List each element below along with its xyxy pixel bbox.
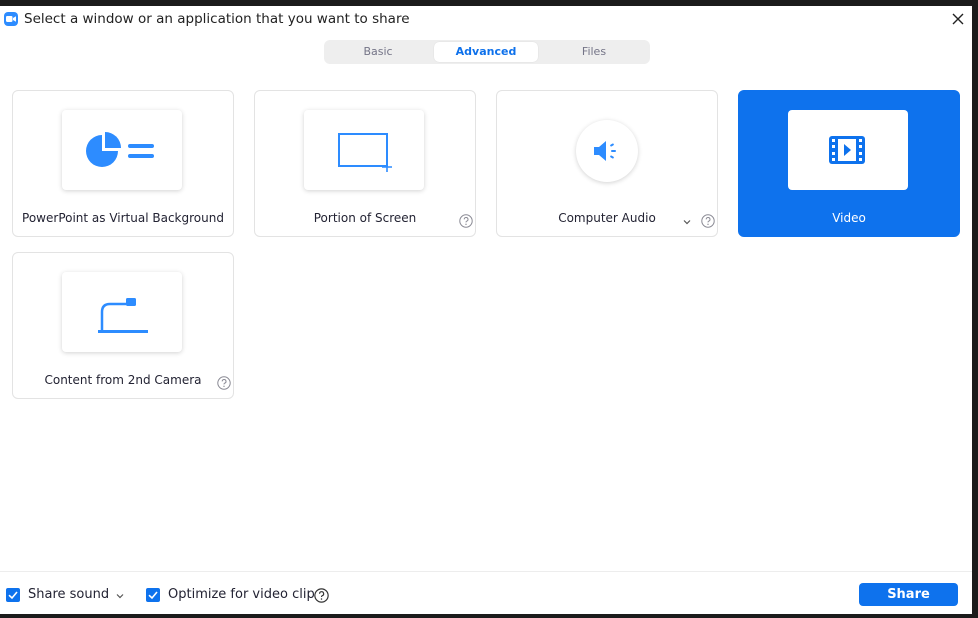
speaker-icon xyxy=(594,141,616,161)
close-icon xyxy=(952,13,964,25)
document-camera-icon xyxy=(98,298,148,333)
tab-basic[interactable]: Basic xyxy=(326,42,430,62)
help-icon[interactable] xyxy=(701,214,715,228)
title-bar: Select a window or an application that y… xyxy=(0,6,972,32)
tab-files[interactable]: Files xyxy=(542,42,646,62)
option-powerpoint-background[interactable]: PowerPoint as Virtual Background xyxy=(12,90,234,237)
option-label: Video xyxy=(832,211,866,225)
optimize-video-label[interactable]: Optimize for video clip xyxy=(168,587,315,602)
video-film-icon xyxy=(829,136,865,164)
option-label: PowerPoint as Virtual Background xyxy=(22,211,224,225)
option-label: Portion of Screen xyxy=(313,211,417,225)
option-thumbnail xyxy=(304,110,424,190)
option-portion-of-screen[interactable]: Portion of Screen xyxy=(254,90,476,237)
tab-advanced[interactable]: Advanced xyxy=(434,42,538,62)
share-screen-dialog: Select a window or an application that y… xyxy=(0,6,972,614)
option-second-camera[interactable]: Content from 2nd Camera xyxy=(12,252,234,399)
zoom-logo-icon xyxy=(4,12,18,26)
optimize-video-checkbox[interactable] xyxy=(146,588,160,602)
help-icon[interactable] xyxy=(314,588,329,603)
option-thumbnail xyxy=(576,120,638,182)
help-icon[interactable] xyxy=(459,214,473,228)
footer-divider xyxy=(0,571,972,572)
share-sound-label[interactable]: Share sound xyxy=(28,587,109,602)
share-tabs: Basic Advanced Files xyxy=(324,40,650,64)
share-button[interactable]: Share xyxy=(859,583,958,606)
chevron-down-icon[interactable] xyxy=(115,592,125,600)
checkmark-icon xyxy=(148,591,158,600)
help-icon[interactable] xyxy=(217,376,231,390)
option-thumbnail xyxy=(62,272,182,352)
option-thumbnail xyxy=(62,110,182,190)
pie-chart-slides-icon xyxy=(86,132,154,167)
dialog-title: Select a window or an application that y… xyxy=(24,11,410,27)
checkmark-icon xyxy=(8,591,18,600)
close-button[interactable] xyxy=(948,10,968,28)
option-computer-audio[interactable]: Computer Audio xyxy=(496,90,718,237)
option-thumbnail xyxy=(788,110,908,190)
option-video[interactable]: Video xyxy=(738,90,960,237)
screen-portion-icon xyxy=(338,133,392,172)
chevron-down-icon[interactable] xyxy=(682,218,692,226)
option-label: Content from 2nd Camera xyxy=(44,373,202,387)
share-sound-checkbox[interactable] xyxy=(6,588,20,602)
